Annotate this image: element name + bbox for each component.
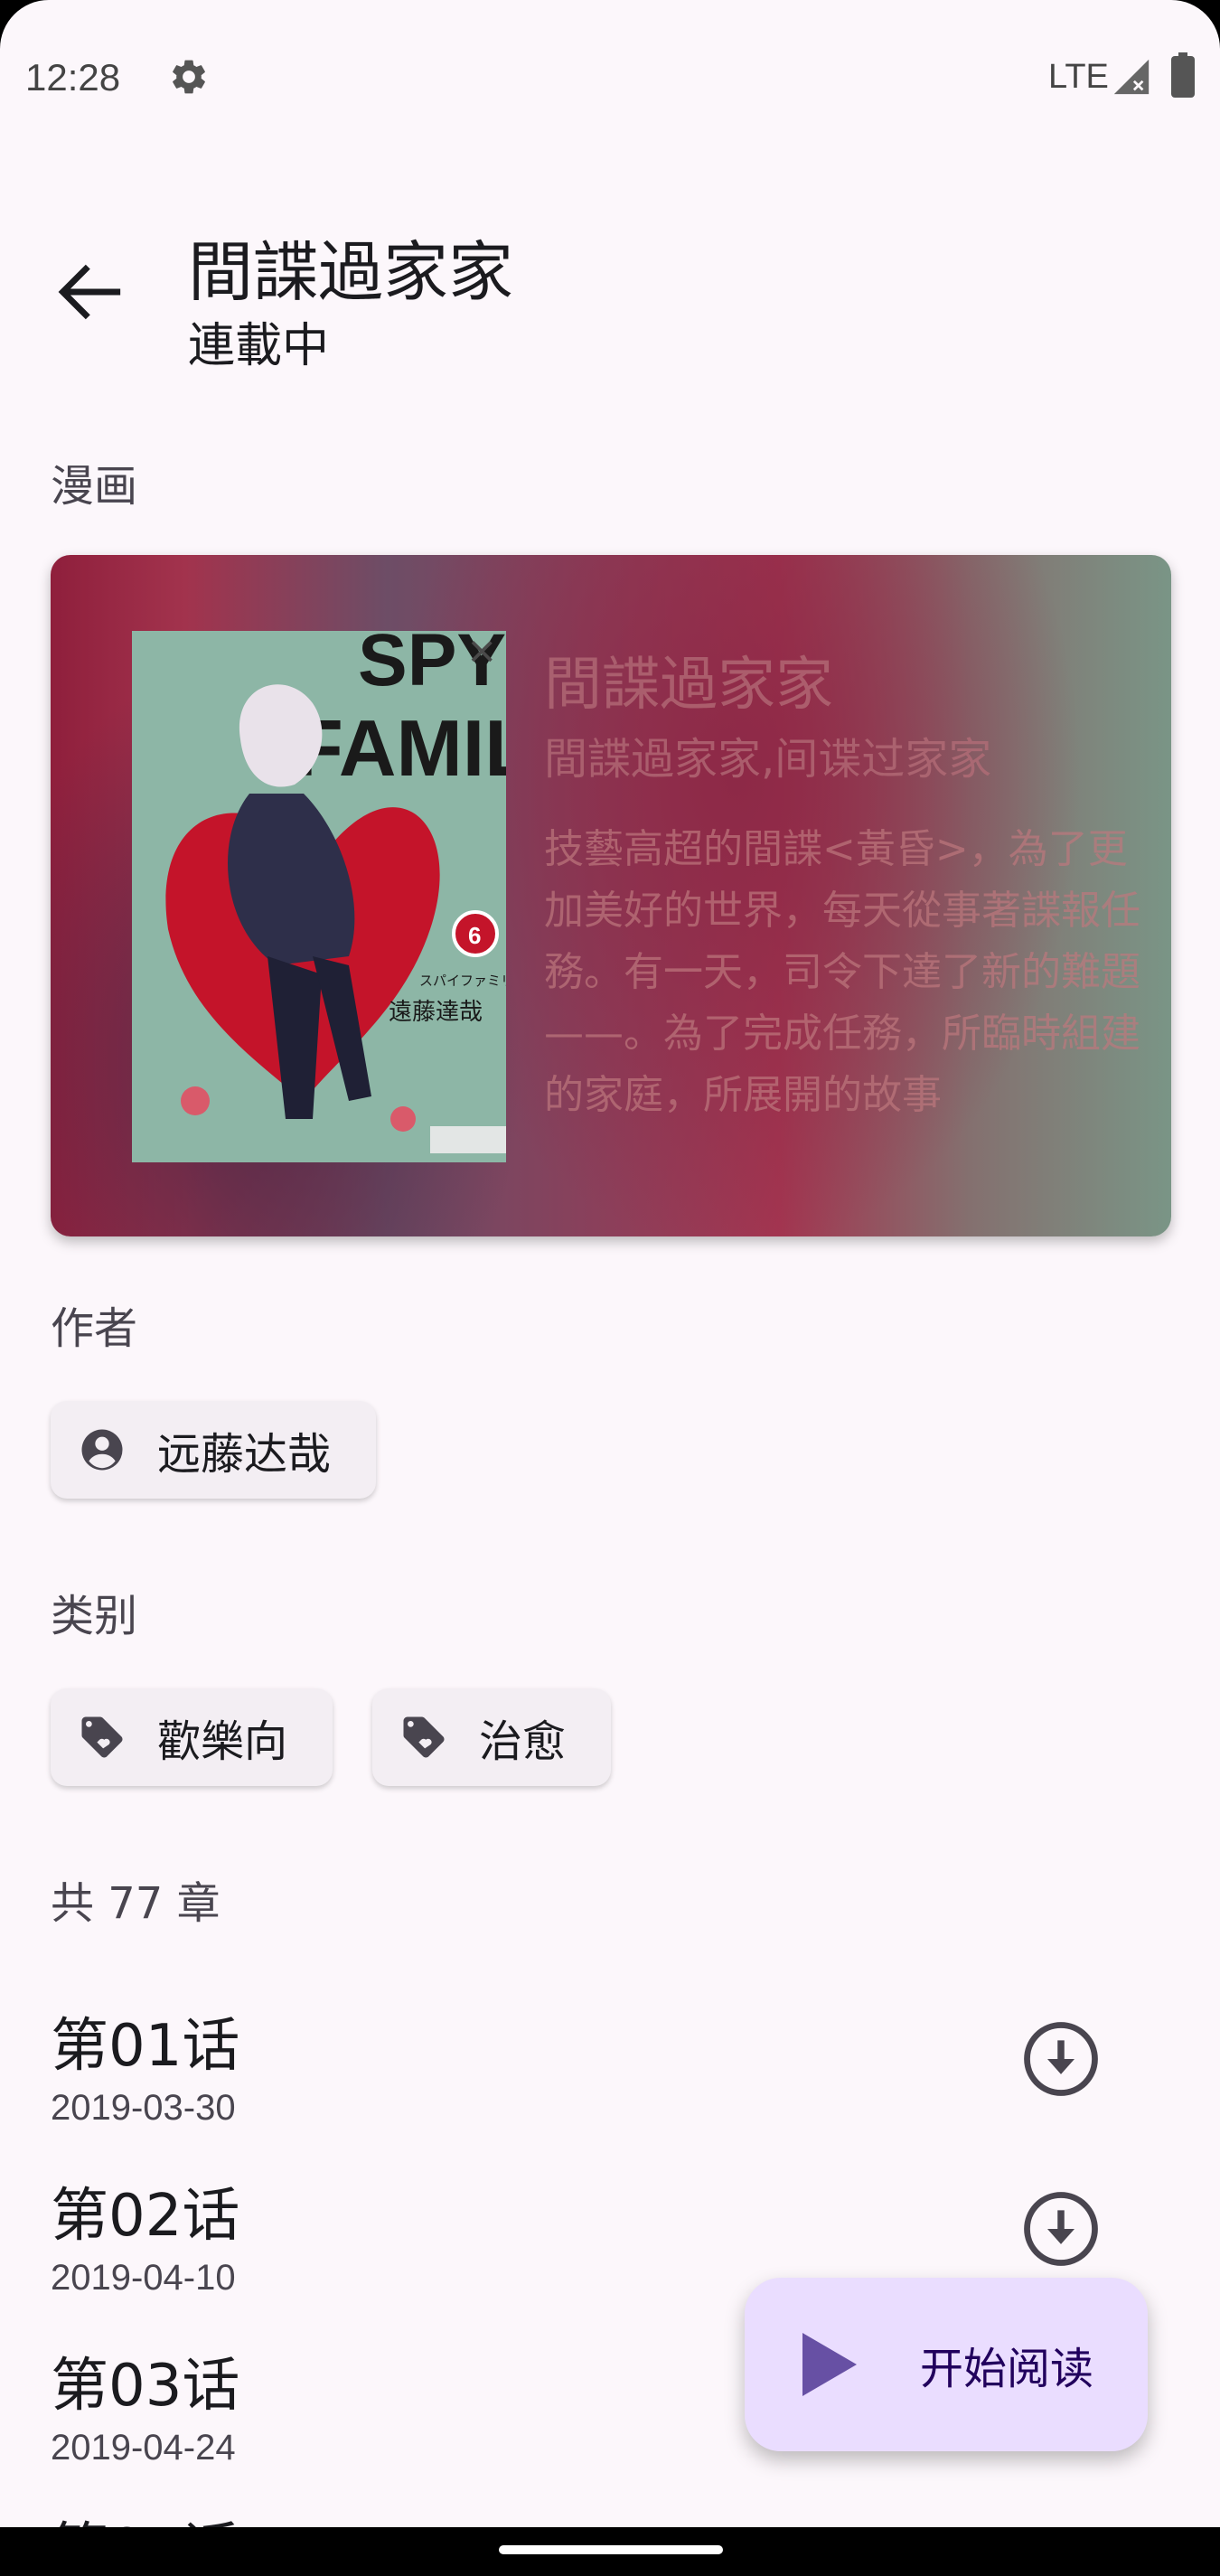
tag-icon — [399, 1713, 448, 1762]
category-chip[interactable]: 歡樂向 — [51, 1688, 333, 1786]
start-reading-button[interactable]: 开始阅读 — [745, 2278, 1148, 2451]
tag-icon — [78, 1713, 127, 1762]
comic-info-card[interactable]: SPY FAMILY × 6 スパイファミリー 遠藤達哉 間諜過家家 間諜過家家… — [51, 555, 1171, 1236]
svg-text:スパイファミリー: スパイファミリー — [419, 973, 506, 989]
category-section-label: 类别 — [51, 1591, 138, 1641]
svg-text:6: 6 — [468, 922, 481, 949]
download-circle-icon — [1024, 2192, 1098, 2266]
network-type: LTE — [1048, 58, 1109, 96]
chapter-date: 2019-04-10 — [51, 2258, 236, 2298]
category-chip[interactable]: 治愈 — [372, 1688, 612, 1786]
start-reading-label: 开始阅读 — [920, 2344, 1094, 2394]
category-label: 治愈 — [479, 1716, 567, 1767]
svg-text:FAMILY: FAMILY — [295, 703, 506, 793]
download-button[interactable] — [1018, 2186, 1104, 2272]
svg-text:×: × — [468, 631, 495, 678]
status-subtitle: 連載中 — [188, 319, 330, 373]
category-label: 歡樂向 — [157, 1716, 288, 1767]
back-button[interactable] — [45, 255, 132, 329]
arrow-back-icon — [58, 264, 121, 320]
battery-icon — [1171, 52, 1195, 98]
status-time: 12:28 — [25, 56, 121, 99]
settings-gear-icon — [173, 60, 205, 94]
download-button[interactable] — [1018, 2016, 1104, 2102]
author-name: 远藤达哉 — [157, 1429, 332, 1480]
signal-icon — [1113, 59, 1150, 95]
account-circle-icon — [78, 1425, 127, 1474]
comic-cover-image: SPY FAMILY × 6 スパイファミリー 遠藤達哉 — [132, 631, 506, 1162]
download-circle-icon — [1024, 2022, 1098, 2096]
home-gesture-handle[interactable] — [499, 2545, 723, 2554]
chapter-title: 第03话 — [51, 2353, 240, 2420]
chapter-title: 第01话 — [51, 2013, 240, 2080]
chapter-title: 第02话 — [51, 2183, 240, 2250]
comic-section-label: 漫画 — [51, 461, 138, 512]
chapter-item[interactable]: 第01话 2019-03-30 — [51, 1999, 1171, 2167]
chapter-date: 2019-03-30 — [51, 2088, 236, 2128]
app-screen: 12:28 LTE 間諜過家家 連載中 漫画 SPY FAMILY × — [0, 0, 1220, 2576]
chapter-date: 2019-04-24 — [51, 2428, 236, 2468]
card-title: 間諜過家家 — [544, 652, 833, 719]
card-description: 技藝高超的間諜<黃昏>，為了更加美好的世界，每天從事著諜報任務。有一天，司令下達… — [544, 826, 1140, 1118]
svg-text:遠藤達哉: 遠藤達哉 — [389, 999, 483, 1026]
chapter-count: 共 77 章 — [51, 1878, 221, 1929]
page-title: 間諜過家家 — [188, 234, 514, 310]
author-section-label: 作者 — [51, 1303, 138, 1354]
author-chip[interactable]: 远藤达哉 — [51, 1401, 377, 1499]
card-alt-names: 間諜過家家,间谍过家家 — [544, 734, 992, 785]
play-icon — [802, 2333, 857, 2396]
